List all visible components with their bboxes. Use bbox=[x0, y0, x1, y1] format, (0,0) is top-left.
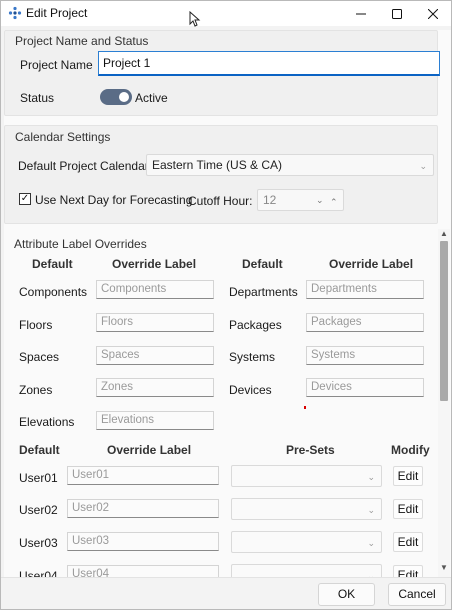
scroll-thumb[interactable] bbox=[440, 241, 448, 401]
cutoff-hour-spinner[interactable]: 12 ⌄ ⌃ bbox=[257, 189, 344, 211]
window-title: Edit Project bbox=[26, 6, 88, 20]
user-override-input-01[interactable]: User01 bbox=[67, 466, 219, 485]
user-override-input-02[interactable]: User02 bbox=[67, 499, 219, 518]
cancel-button[interactable]: Cancel bbox=[388, 583, 446, 606]
indicator-dot bbox=[304, 406, 306, 409]
user-header-presets: Pre-Sets bbox=[286, 443, 335, 457]
default-calendar-value: Eastern Time (US & CA) bbox=[152, 158, 283, 172]
attr-label-components: Components bbox=[19, 285, 88, 299]
user-header-override: Override Label bbox=[107, 443, 192, 457]
header-override-right: Override Label bbox=[329, 257, 414, 271]
minimize-button[interactable] bbox=[343, 1, 379, 26]
attr-label-systems: Systems bbox=[229, 350, 276, 364]
project-name-label: Project Name bbox=[20, 58, 93, 72]
default-calendar-label: Default Project Calendar bbox=[18, 159, 149, 173]
chevron-down-icon: ⌄ bbox=[367, 505, 375, 515]
cutoff-hour-value: 12 bbox=[263, 193, 277, 207]
user-preset-select-01[interactable]: ⌄ bbox=[231, 465, 382, 487]
spin-down-icon[interactable]: ⌄ bbox=[316, 193, 324, 208]
toggle-knob bbox=[119, 92, 129, 102]
dialog-footer: OK Cancel bbox=[1, 577, 451, 609]
user-override-input-04[interactable]: User04 bbox=[67, 565, 219, 577]
attr-label-devices: Devices bbox=[229, 383, 272, 397]
user-edit-button-01[interactable]: Edit bbox=[393, 466, 423, 486]
dialog-content: Project Name and Status Project Name Pro… bbox=[4, 30, 451, 577]
next-day-label: Use Next Day for Forecasting bbox=[35, 193, 193, 207]
mouse-cursor-icon bbox=[189, 11, 201, 27]
override-input-elevations[interactable]: Elevations bbox=[96, 411, 214, 430]
attr-label-spaces: Spaces bbox=[19, 350, 60, 364]
scroll-up-icon[interactable]: ▲ bbox=[440, 229, 448, 238]
vertical-scrollbar[interactable]: ▲ ▼ bbox=[438, 229, 450, 577]
calendar-section-title: Calendar Settings bbox=[15, 130, 111, 144]
cutoff-hour-label: Cutoff Hour: bbox=[188, 194, 253, 208]
override-input-devices[interactable]: Devices bbox=[306, 378, 424, 397]
close-button[interactable] bbox=[415, 1, 451, 26]
ok-button[interactable]: OK bbox=[318, 583, 375, 606]
chevron-down-icon: ⌄ bbox=[367, 472, 375, 482]
user-label-02: User02 bbox=[19, 503, 58, 517]
chevron-down-icon: ⌄ bbox=[419, 161, 427, 171]
spin-up-icon[interactable]: ⌃ bbox=[330, 195, 338, 210]
override-input-zones[interactable]: Zones bbox=[96, 378, 214, 397]
header-default-right: Default bbox=[242, 257, 283, 271]
user-preset-select-02[interactable]: ⌄ bbox=[231, 498, 382, 520]
status-label: Status bbox=[20, 91, 55, 105]
override-input-packages[interactable]: Packages bbox=[306, 313, 424, 332]
user-label-04: User04 bbox=[19, 569, 58, 577]
user-header-modify: Modify bbox=[391, 443, 430, 457]
title-bar[interactable]: Edit Project bbox=[1, 1, 451, 27]
close-icon bbox=[428, 8, 438, 19]
override-input-spaces[interactable]: Spaces bbox=[96, 346, 214, 365]
attributes-section-title: Attribute Label Overrides bbox=[14, 237, 147, 251]
chevron-down-icon: ⌄ bbox=[367, 538, 375, 548]
maximize-icon bbox=[392, 8, 402, 19]
header-default-left: Default bbox=[32, 257, 73, 271]
override-input-systems[interactable]: Systems bbox=[306, 346, 424, 365]
user-header-default: Default bbox=[19, 443, 60, 457]
user-edit-button-04[interactable]: Edit bbox=[393, 565, 423, 577]
override-input-departments[interactable]: Departments bbox=[306, 280, 424, 299]
user-label-01: User01 bbox=[19, 471, 58, 485]
minimize-icon bbox=[356, 13, 366, 14]
calendar-section: Calendar Settings Default Project Calend… bbox=[4, 125, 438, 224]
user-preset-select-03[interactable]: ⌄ bbox=[231, 531, 382, 553]
attr-label-floors: Floors bbox=[19, 318, 53, 332]
user-override-input-03[interactable]: User03 bbox=[67, 532, 219, 551]
status-toggle[interactable] bbox=[100, 89, 132, 105]
default-calendar-select[interactable]: Eastern Time (US & CA) ⌄ bbox=[146, 154, 434, 176]
project-section: Project Name and Status Project Name Pro… bbox=[4, 30, 440, 116]
user-edit-button-03[interactable]: Edit bbox=[393, 532, 423, 552]
header-override-left: Override Label bbox=[112, 257, 197, 271]
project-section-title: Project Name and Status bbox=[15, 34, 149, 48]
next-day-checkbox[interactable]: ✓ bbox=[19, 193, 31, 205]
attr-label-elevations: Elevations bbox=[19, 415, 75, 429]
project-name-input[interactable]: Project 1 bbox=[98, 51, 440, 76]
user-label-03: User03 bbox=[19, 536, 58, 550]
app-icon bbox=[8, 6, 22, 20]
chevron-down-icon: ⌄ bbox=[367, 571, 375, 577]
override-input-floors[interactable]: Floors bbox=[96, 313, 214, 332]
attr-label-departments: Departments bbox=[229, 285, 298, 299]
maximize-button[interactable] bbox=[379, 1, 415, 26]
attr-label-zones: Zones bbox=[19, 383, 53, 397]
edit-project-dialog: Edit Project Project Name and Status Pro… bbox=[0, 0, 452, 610]
attr-label-packages: Packages bbox=[229, 318, 282, 332]
user-preset-select-04[interactable]: ⌄ bbox=[231, 564, 382, 577]
override-input-components[interactable]: Components bbox=[96, 280, 214, 299]
status-value: Active bbox=[135, 91, 168, 105]
scroll-down-icon[interactable]: ▼ bbox=[440, 563, 448, 572]
user-edit-button-02[interactable]: Edit bbox=[393, 499, 423, 519]
